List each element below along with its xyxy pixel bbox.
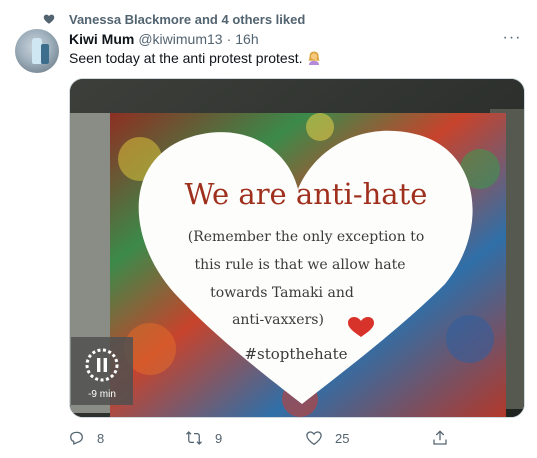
timestamp[interactable]: 16h	[235, 31, 258, 47]
reply-button[interactable]: 8	[67, 428, 104, 448]
sign-line-5: anti-vaxxers)	[232, 312, 324, 328]
red-heart-icon	[348, 317, 374, 337]
separator-dot: ·	[226, 31, 232, 47]
retweet-count: 9	[215, 430, 223, 446]
action-bar: 8 9 25	[67, 428, 467, 448]
sign-headline: We are anti-hate	[185, 177, 428, 211]
tweet-text-row: Seen today at the anti protest protest.	[69, 50, 322, 66]
heart-icon	[43, 14, 55, 24]
like-button[interactable]: 25	[305, 428, 349, 448]
sign-hashtag: #stopthehate	[244, 345, 347, 363]
reply-icon	[70, 431, 83, 445]
tweet-header: Kiwi Mum @kiwimum13 · 16h	[69, 30, 259, 48]
video-controls-badge[interactable]: -9 min	[71, 337, 133, 405]
tweet-text: Seen today at the anti protest protest.	[69, 50, 303, 66]
more-icon[interactable]: ···	[500, 29, 524, 49]
share-icon	[433, 430, 447, 445]
facepalm-emoji-icon	[308, 51, 321, 65]
social-context[interactable]: Vanessa Blackmore and 4 others liked	[43, 9, 305, 29]
media-video[interactable]: We are anti-hate (Remember the only exce…	[69, 78, 525, 418]
video-time-remaining: -9 min	[88, 389, 116, 400]
share-button[interactable]	[431, 428, 449, 448]
sign-line-4: towards Tamaki and	[210, 285, 354, 301]
like-icon	[306, 431, 322, 446]
sign-line-3: this rule is that we allow hate	[194, 257, 405, 273]
display-name[interactable]: Kiwi Mum	[69, 31, 134, 47]
reply-count: 8	[97, 430, 105, 446]
retweet-button[interactable]: 9	[185, 428, 222, 448]
avatar[interactable]	[15, 29, 59, 73]
tweet[interactable]: Vanessa Blackmore and 4 others liked Kiw…	[0, 0, 537, 458]
social-context-text[interactable]: Vanessa Blackmore and 4 others liked	[69, 12, 305, 27]
sign-text: We are anti-hate (Remember the only exce…	[185, 177, 428, 363]
like-count: 25	[335, 430, 350, 446]
pause-icon[interactable]	[84, 347, 120, 383]
handle[interactable]: @kiwimum13	[138, 31, 222, 47]
retweet-icon	[186, 431, 202, 445]
sign-line-2: (Remember the only exception to	[188, 229, 425, 245]
